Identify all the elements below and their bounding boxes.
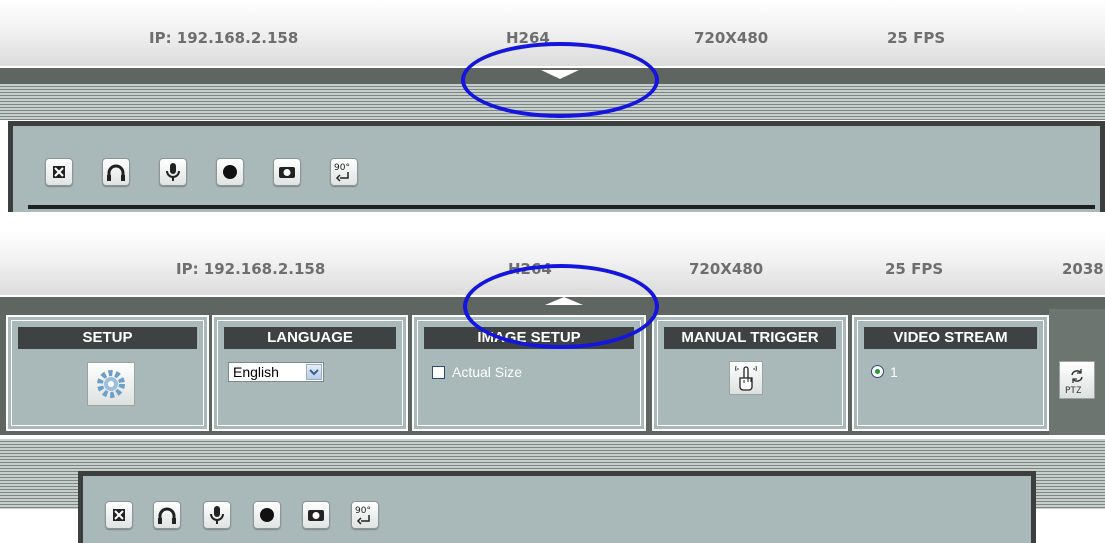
ptz-label: PTZ	[1065, 386, 1082, 396]
stream-1-radio[interactable]	[871, 365, 884, 378]
camera-icon	[308, 510, 324, 521]
record-icon	[223, 165, 237, 179]
video-stream-box: VIDEO STREAM 1	[852, 315, 1049, 431]
ptz-icon: PTZ	[1065, 369, 1083, 396]
setup-box: SETUP	[6, 315, 209, 431]
rotate-button[interactable]: 90°	[330, 158, 358, 186]
record-button[interactable]	[216, 158, 244, 186]
video-toolbar: 90°	[8, 121, 1105, 212]
manual-trigger-box: MANUAL TRIGGER	[652, 315, 848, 431]
manual-trigger-button[interactable]	[729, 361, 763, 395]
listen-button[interactable]	[102, 158, 130, 186]
ptz-button[interactable]: PTZ	[1059, 361, 1095, 399]
rotate-button[interactable]: 90°	[351, 501, 379, 529]
snapshot-button[interactable]	[273, 158, 301, 186]
ptz-strip: PTZ	[1049, 309, 1105, 435]
setup-title: SETUP	[18, 327, 197, 349]
talk-button[interactable]	[159, 158, 187, 186]
listen-button[interactable]	[153, 501, 181, 529]
fullscreen-button[interactable]	[45, 158, 73, 186]
expanded-panel: IP: 192.168.2.158 H264 720X480 25 FPS 20…	[0, 230, 1105, 543]
setup-button[interactable]	[87, 362, 135, 406]
fullscreen-icon	[113, 509, 125, 521]
actual-size-checkbox[interactable]	[432, 366, 445, 379]
annotation-ellipse	[463, 264, 659, 349]
resolution-label: 720X480	[694, 29, 769, 47]
language-select[interactable]: English	[228, 362, 324, 382]
record-button[interactable]	[253, 501, 281, 529]
camera-icon	[279, 167, 295, 178]
language-box: LANGUAGE English	[212, 315, 408, 431]
radio-dot-icon	[875, 369, 880, 374]
rotate-90-icon: 90°	[355, 506, 371, 525]
microphone-icon	[210, 506, 224, 524]
video-area-top	[28, 205, 1095, 209]
collapsed-panel: IP: 192.168.2.158 H264 720X480 25 FPS 90…	[0, 0, 1105, 212]
fullscreen-icon	[53, 166, 65, 178]
actual-size-label: Actual Size	[452, 364, 523, 380]
language-selected: English	[233, 364, 279, 380]
ip-address: IP: 192.168.2.158	[176, 260, 326, 278]
resolution-label: 720X480	[689, 260, 764, 278]
record-icon	[260, 508, 274, 522]
ip-address: IP: 192.168.2.158	[149, 29, 299, 47]
rotate-label: 90°	[355, 506, 371, 516]
gear-icon	[97, 370, 125, 398]
headphones-icon	[107, 164, 125, 181]
talk-button[interactable]	[203, 501, 231, 529]
language-title: LANGUAGE	[224, 327, 396, 349]
rotate-90-icon: 90°	[334, 163, 350, 182]
headphones-icon	[158, 507, 176, 524]
fullscreen-button[interactable]	[105, 501, 133, 529]
hand-trigger-icon	[735, 365, 757, 391]
fps-label: 25 FPS	[887, 29, 946, 47]
microphone-icon	[166, 163, 180, 181]
snapshot-button[interactable]	[302, 501, 330, 529]
chevron-down-icon[interactable]	[306, 364, 322, 380]
video-toolbar: 90°	[78, 471, 1036, 543]
fps-label: 25 FPS	[885, 260, 944, 278]
rotate-label: 90°	[334, 163, 350, 173]
stream-1-label: 1	[890, 364, 898, 380]
video-stream-title: VIDEO STREAM	[864, 327, 1037, 349]
annotation-ellipse	[461, 42, 659, 118]
extra-value: 2038	[1062, 260, 1104, 278]
manual-trigger-title: MANUAL TRIGGER	[664, 327, 836, 349]
